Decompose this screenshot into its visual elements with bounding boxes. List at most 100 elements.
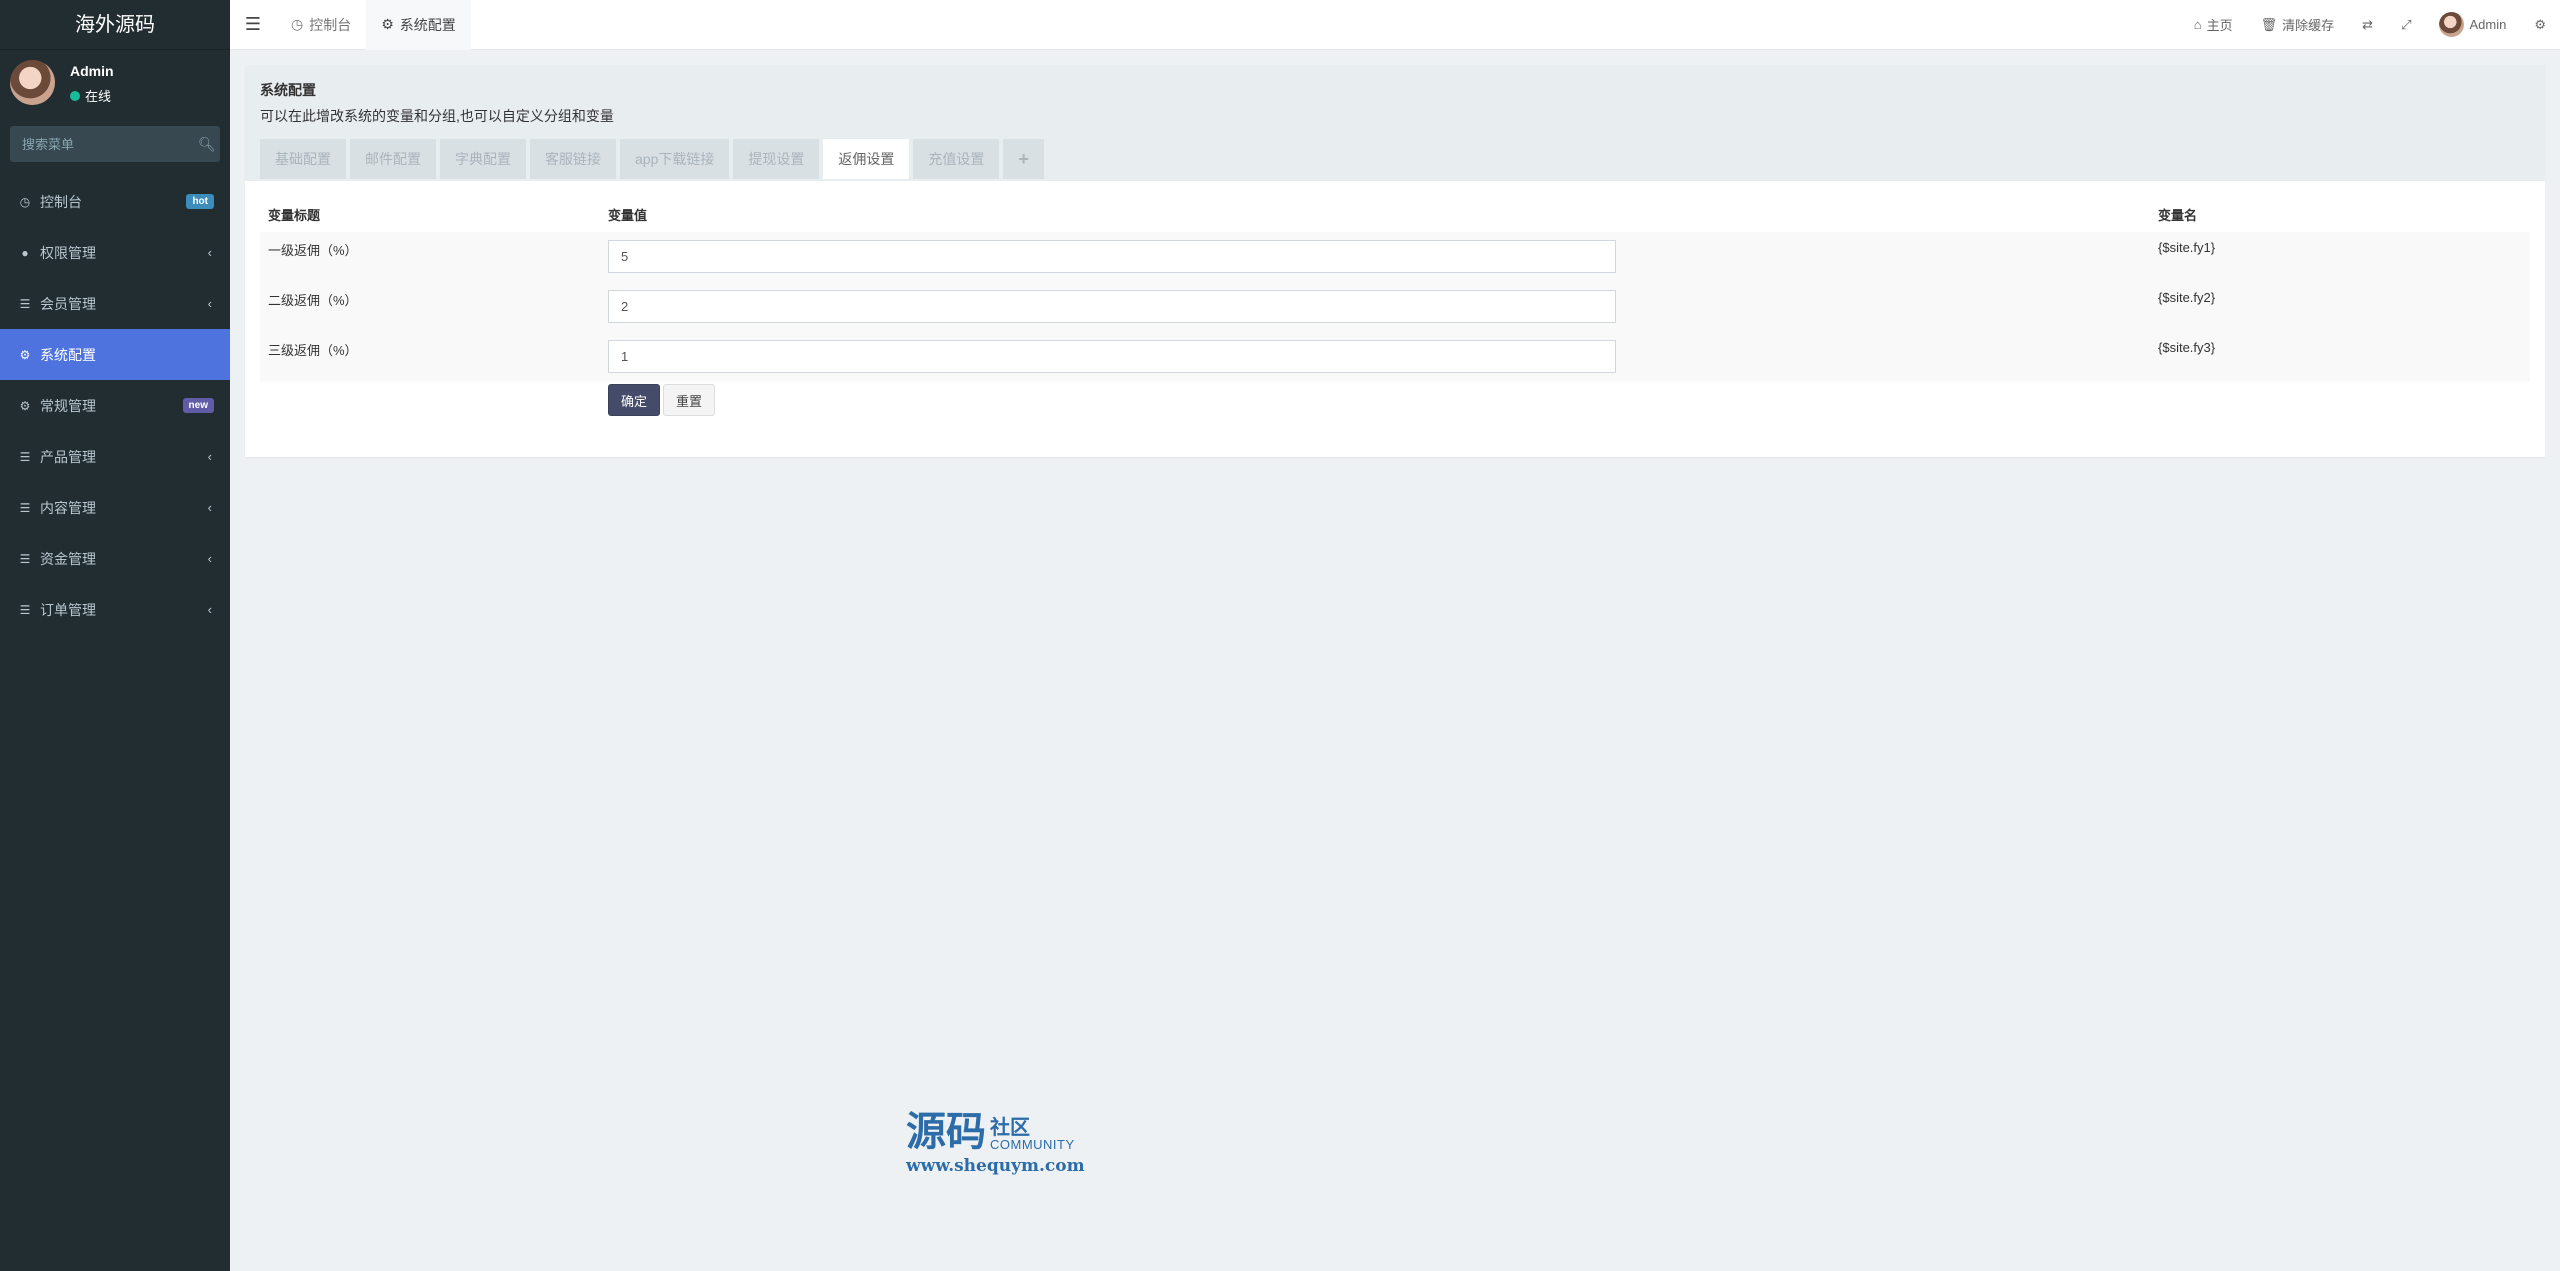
users-icon: ● bbox=[21, 245, 29, 260]
chevron-left-icon: ‹ bbox=[207, 296, 212, 311]
form-actions-row: 确定 重置 bbox=[260, 382, 2530, 432]
chevron-left-icon: ‹ bbox=[207, 602, 212, 617]
avatar bbox=[2439, 12, 2465, 37]
add-tab-button[interactable]: + bbox=[1003, 139, 1044, 179]
list-icon: ☰ bbox=[19, 500, 31, 515]
translate-button[interactable]: ⇄ bbox=[2348, 0, 2387, 50]
list-icon: ☰ bbox=[19, 551, 31, 566]
cogs-icon: ⚙ bbox=[19, 398, 31, 413]
hot-badge: hot bbox=[186, 194, 214, 209]
watermark-side-text: 社区 bbox=[990, 1117, 1030, 1139]
topbar-actions: ⌂ 主页 🗑︎ 清除缓存 ⇄ ⤢ Admin ⚙ bbox=[2180, 0, 2560, 50]
spacer-cell bbox=[260, 382, 600, 432]
column-header-value: 变量值 bbox=[608, 207, 648, 223]
sidebar-item-dashboard[interactable]: ◷ 控制台 hot bbox=[0, 176, 230, 227]
tab-recharge[interactable]: 充值设置 bbox=[913, 139, 1000, 179]
sidebar-item-funds[interactable]: ☰ 资金管理 ‹ bbox=[0, 533, 230, 584]
home-link[interactable]: ⌂ 主页 bbox=[2180, 0, 2247, 50]
cogs-icon: ⚙ bbox=[2534, 16, 2546, 32]
table-header-row: 变量标题 变量值 变量名 bbox=[260, 196, 2530, 232]
sidebar-item-label: 资金管理 bbox=[40, 550, 96, 567]
sidebar-item-label: 控制台 bbox=[40, 193, 82, 210]
online-dot-icon bbox=[70, 90, 80, 101]
top-navbar: ☰ ◷ 控制台 ⚙ 系统配置 ⌂ 主页 🗑︎ 清除缓存 ⇄ ⤢ Admin ⚙ bbox=[230, 0, 2560, 50]
sidebar-item-permissions[interactable]: ● 权限管理 ‹ bbox=[0, 227, 230, 278]
user-name: Admin bbox=[70, 63, 114, 79]
sidebar-item-products[interactable]: ☰ 产品管理 ‹ bbox=[0, 431, 230, 482]
row-value-cell bbox=[600, 282, 2150, 332]
user-menu-label: Admin bbox=[2469, 17, 2507, 32]
dashboard-icon: ◷ bbox=[19, 194, 31, 209]
settings-button[interactable]: ⚙ bbox=[2520, 0, 2560, 50]
tab-system-config[interactable]: ⚙ 系统配置 bbox=[366, 0, 471, 50]
submit-button[interactable]: 确定 bbox=[608, 384, 661, 416]
table-row: 三级返佣（%） {$site.fy3} bbox=[260, 332, 2530, 382]
search-input[interactable] bbox=[22, 136, 198, 152]
translate-icon: ⇄ bbox=[2362, 16, 2374, 32]
list-icon: ☰ bbox=[19, 296, 31, 311]
row-var-name: {$site.fy1} bbox=[2150, 232, 2530, 282]
fullscreen-icon: ⤢ bbox=[2401, 16, 2412, 32]
clear-cache-label: 清除缓存 bbox=[2282, 18, 2335, 33]
sidebar-item-orders[interactable]: ☰ 订单管理 ‹ bbox=[0, 584, 230, 635]
sidebar-item-content[interactable]: ☰ 内容管理 ‹ bbox=[0, 482, 230, 533]
row-value-cell bbox=[600, 232, 2150, 282]
row-title: 二级返佣（%） bbox=[260, 282, 600, 332]
sidebar-item-label: 订单管理 bbox=[40, 601, 96, 618]
menu-search: 🔍︎ bbox=[10, 126, 220, 162]
tab-email[interactable]: 邮件配置 bbox=[350, 139, 436, 179]
sidebar-item-members[interactable]: ☰ 会员管理 ‹ bbox=[0, 278, 230, 329]
user-panel: Admin 在线 bbox=[0, 50, 230, 122]
search-icon[interactable]: 🔍︎ bbox=[198, 136, 216, 153]
row-title: 三级返佣（%） bbox=[260, 332, 600, 382]
app-logo[interactable]: 海外源码 bbox=[0, 0, 230, 50]
value-input-fy3[interactable] bbox=[608, 340, 1616, 373]
chevron-left-icon: ‹ bbox=[207, 551, 212, 566]
tab-service-link[interactable]: 客服链接 bbox=[530, 139, 616, 179]
watermark-top: 源码 社区 COMMUNITY bbox=[906, 1112, 1106, 1152]
home-icon: ⌂ bbox=[2193, 17, 2202, 32]
avatar bbox=[10, 60, 55, 105]
tab-label: 控制台 bbox=[309, 16, 352, 33]
trash-icon: 🗑︎ bbox=[2260, 16, 2278, 32]
chevron-left-icon: ‹ bbox=[207, 245, 212, 260]
config-tabs: 基础配置 邮件配置 字典配置 客服链接 app下载链接 提现设置 返佣设置 充值… bbox=[260, 139, 2530, 179]
value-input-fy2[interactable] bbox=[608, 290, 1616, 323]
tab-withdraw[interactable]: 提现设置 bbox=[733, 139, 820, 179]
reset-button[interactable]: 重置 bbox=[663, 384, 716, 416]
new-badge: new bbox=[182, 398, 214, 413]
spacer-cell bbox=[2150, 382, 2530, 432]
page-title: 系统配置 bbox=[260, 82, 316, 98]
tab-dashboard[interactable]: ◷ 控制台 bbox=[276, 0, 366, 50]
chevron-left-icon: ‹ bbox=[207, 500, 212, 515]
tab-dictionary[interactable]: 字典配置 bbox=[440, 139, 526, 179]
tab-label: 系统配置 bbox=[399, 16, 456, 33]
column-header-title: 变量标题 bbox=[268, 207, 321, 223]
list-icon: ☰ bbox=[19, 602, 31, 617]
column-header-name: 变量名 bbox=[2158, 207, 2198, 223]
chevron-left-icon: ‹ bbox=[207, 449, 212, 464]
watermark-url: www.shequym.com bbox=[906, 1156, 1085, 1176]
sidebar-item-label: 权限管理 bbox=[40, 244, 96, 261]
tab-app-download[interactable]: app下载链接 bbox=[620, 139, 730, 179]
user-status: 在线 bbox=[70, 86, 111, 105]
hamburger-icon[interactable]: ☰ bbox=[230, 14, 276, 35]
clear-cache-button[interactable]: 🗑︎ 清除缓存 bbox=[2247, 0, 2349, 50]
gear-icon: ⚙ bbox=[19, 347, 31, 362]
sidebar-item-system-config[interactable]: ⚙ 系统配置 bbox=[0, 329, 230, 380]
value-input-fy1[interactable] bbox=[608, 240, 1616, 273]
sidebar-item-label: 常规管理 bbox=[40, 397, 96, 414]
table-row: 二级返佣（%） {$site.fy2} bbox=[260, 282, 2530, 332]
watermark-big-text: 源码 bbox=[906, 1108, 986, 1155]
tab-basic[interactable]: 基础配置 bbox=[260, 139, 346, 179]
gear-icon: ⚙ bbox=[381, 16, 394, 32]
tab-commission[interactable]: 返佣设置 bbox=[823, 139, 910, 179]
row-title: 一级返佣（%） bbox=[260, 232, 600, 282]
watermark-logo: 源码 社区 COMMUNITY www.shequym.com bbox=[906, 1112, 1106, 1177]
fullscreen-button[interactable]: ⤢ bbox=[2387, 0, 2425, 50]
home-label: 主页 bbox=[2206, 18, 2233, 33]
row-var-name: {$site.fy3} bbox=[2150, 332, 2530, 382]
panel-heading: 系统配置 可以在此增改系统的变量和分组,也可以自定义分组和变量 基础配置 邮件配… bbox=[245, 65, 2545, 181]
sidebar-item-general[interactable]: ⚙ 常规管理 new bbox=[0, 380, 230, 431]
user-menu[interactable]: Admin bbox=[2425, 0, 2520, 50]
